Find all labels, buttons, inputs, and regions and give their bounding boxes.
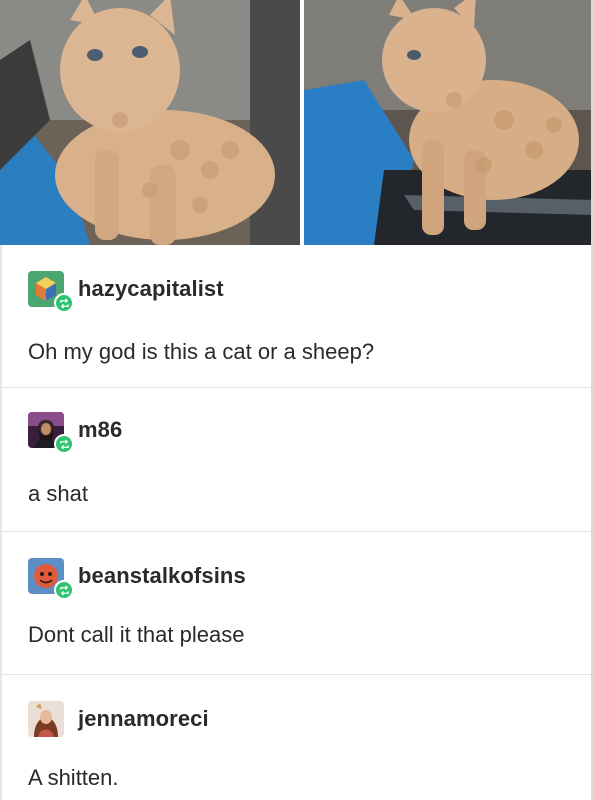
post-text: A shitten. xyxy=(28,765,119,790)
photo-strip xyxy=(0,0,594,245)
post-header: hazycapitalist xyxy=(28,269,224,313)
curly-kitten-photo-1[interactable] xyxy=(0,0,300,245)
post-header: m86 xyxy=(28,410,122,454)
cube-avatar-icon[interactable] xyxy=(28,271,74,313)
post-header: jennamoreci xyxy=(28,699,209,739)
person-avatar-icon[interactable] xyxy=(28,412,74,454)
reblog-badge-icon xyxy=(54,293,74,313)
reblog-badge-icon xyxy=(54,434,74,454)
post-text: Dont call it that please xyxy=(28,622,245,647)
reblog-entry: m86 a shat xyxy=(0,387,594,530)
portrait-avatar-icon[interactable] xyxy=(28,701,64,737)
username[interactable]: hazycapitalist xyxy=(78,276,224,302)
reblog-entry: beanstalkofsins Dont call it that please xyxy=(0,531,594,673)
post-text: Oh my god is this a cat or a sheep? xyxy=(28,339,375,364)
username[interactable]: m86 xyxy=(78,417,122,443)
post-text: a shat xyxy=(28,481,88,506)
circle-face-avatar-icon[interactable] xyxy=(28,558,74,600)
reblog-entry: hazycapitalist Oh my god is this a cat o… xyxy=(0,247,594,385)
reblog-entry: jennamoreci A shitten. xyxy=(0,674,594,800)
curly-kitten-photo-2[interactable] xyxy=(304,0,594,245)
reblog-badge-icon xyxy=(54,580,74,600)
username[interactable]: beanstalkofsins xyxy=(78,563,246,589)
username[interactable]: jennamoreci xyxy=(78,706,209,732)
post-header: beanstalkofsins xyxy=(28,556,246,600)
